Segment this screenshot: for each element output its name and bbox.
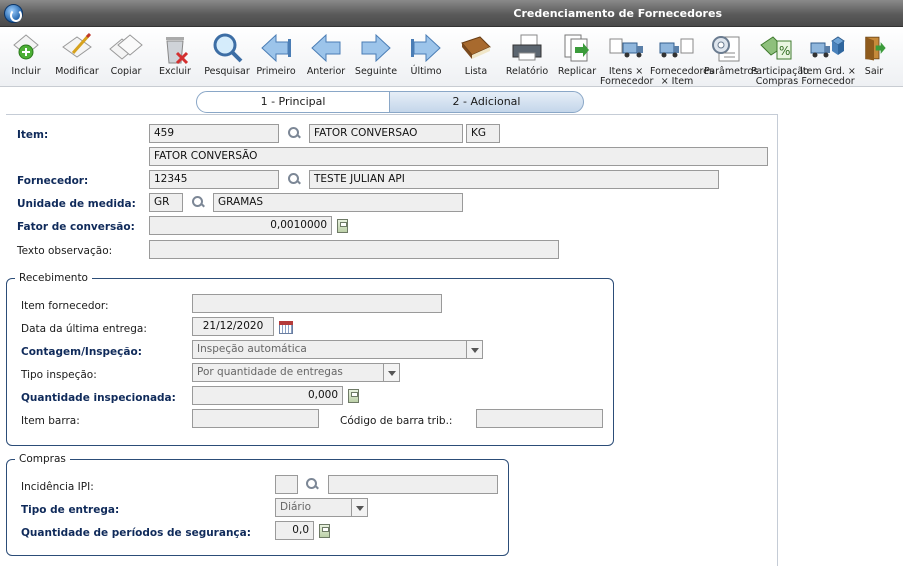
item-description-field[interactable]: FATOR CONVERSÃO	[149, 147, 768, 166]
trash-icon	[166, 37, 189, 65]
item-fornecedor-label: Item fornecedor:	[21, 300, 109, 312]
item-search-icon[interactable]	[288, 127, 300, 139]
item-unit-field[interactable]: KG	[466, 124, 500, 143]
copy-doc-icon	[109, 34, 143, 60]
tipo-entrega-select[interactable]: Diário	[275, 498, 368, 517]
contagem-select[interactable]: Inspeção automática	[192, 340, 483, 359]
fornecedores-item-button[interactable]: Fornecedores × Item	[650, 29, 714, 87]
tipo-inspecao-select[interactable]: Por quantidade de entregas	[192, 363, 400, 382]
tab-adicional[interactable]: 2 - Adicional	[389, 91, 584, 113]
calculator-icon[interactable]	[337, 219, 348, 233]
app-logo-icon	[4, 4, 23, 23]
lista-button[interactable]: Lista	[454, 29, 498, 85]
item-code-field[interactable]: 459	[149, 124, 279, 143]
item-barra-label: Item barra:	[21, 415, 80, 427]
anterior-button[interactable]: Anterior	[304, 29, 348, 85]
grid-truck-icon	[810, 36, 845, 58]
quantidade-field[interactable]: 0,000	[192, 386, 343, 405]
window-title: Credenciamento de Fornecedores	[513, 7, 722, 20]
edit-doc-icon	[62, 32, 92, 58]
book-icon	[461, 36, 491, 59]
fator-label: Fator de conversão:	[17, 221, 135, 233]
compras-title: Compras	[15, 453, 70, 465]
itens-fornecedor-button[interactable]: Itens × Fornecedor	[600, 29, 653, 87]
fator-field[interactable]: 0,0010000	[149, 216, 332, 235]
relatorio-button[interactable]: Relatório	[504, 29, 550, 85]
chevron-down-icon[interactable]	[383, 364, 399, 381]
suppliers-truck-icon	[659, 38, 694, 58]
codigo-barra-field[interactable]	[476, 409, 603, 428]
calculator-icon[interactable]	[319, 524, 330, 538]
observacao-label: Texto observação:	[17, 245, 113, 257]
percent-money-icon: %	[760, 36, 792, 60]
chevron-down-icon[interactable]	[351, 499, 367, 516]
chevron-down-icon[interactable]	[466, 341, 482, 358]
exit-door-icon	[865, 36, 886, 61]
fornecedor-code-field[interactable]: 12345	[149, 170, 279, 189]
parametros-button[interactable]: Parâmetros	[704, 29, 758, 85]
add-doc-icon	[13, 34, 39, 60]
fornecedor-search-icon[interactable]	[288, 173, 300, 185]
observacao-field[interactable]	[149, 240, 559, 259]
contagem-label: Contagem/Inspeção:	[21, 346, 142, 358]
incidencia-label: Incidência IPI:	[21, 481, 94, 493]
tipo-entrega-label: Tipo de entrega:	[21, 504, 120, 516]
calculator-icon[interactable]	[348, 389, 359, 403]
printer-icon	[512, 34, 542, 61]
ultimo-button[interactable]: Último	[404, 29, 448, 85]
incidencia-search-icon[interactable]	[306, 478, 318, 490]
tab-strip: 1 - Principal 2 - Adicional	[196, 91, 584, 113]
codigo-barra-label: Código de barra trib.:	[340, 415, 453, 427]
replicar-button[interactable]: Replicar	[555, 29, 599, 85]
quantidade-label: Quantidade inspecionada:	[21, 392, 176, 404]
primeiro-button[interactable]: Primeiro	[254, 29, 298, 85]
item-barra-field[interactable]	[192, 409, 319, 428]
previous-arrow-icon	[311, 33, 341, 63]
item-name-field[interactable]: FATOR CONVERSAO	[309, 124, 463, 143]
item-label: Item:	[17, 129, 49, 141]
tipo-inspecao-label: Tipo inspeção:	[21, 369, 97, 381]
sair-button[interactable]: Sair	[858, 29, 890, 85]
svg-text:%: %	[779, 44, 790, 58]
periodos-field[interactable]: 0,0	[275, 521, 314, 540]
last-arrow-icon	[411, 33, 441, 63]
periodos-label: Quantidade de períodos de segurança:	[21, 527, 251, 539]
fornecedor-label: Fornecedor:	[17, 175, 89, 187]
magnifier-icon	[213, 33, 243, 63]
unidade-code-field[interactable]: GR	[149, 193, 183, 212]
unidade-label: Unidade de medida:	[17, 198, 136, 210]
modificar-button[interactable]: Modificar	[52, 29, 102, 85]
item-fornecedor-field[interactable]	[192, 294, 442, 313]
tab-principal[interactable]: 1 - Principal	[196, 91, 390, 113]
form-panel: Item: 459 FATOR CONVERSAO KG FATOR CONVE…	[6, 114, 778, 566]
replicate-icon	[564, 34, 589, 62]
excluir-button[interactable]: Excluir	[154, 29, 196, 85]
incidencia-name-field[interactable]	[328, 475, 498, 494]
calendar-icon[interactable]	[279, 321, 293, 334]
contagem-value: Inspeção automática	[197, 343, 307, 355]
fornecedor-name-field[interactable]: TESTE JULIAN API	[309, 170, 719, 189]
parameters-icon	[712, 36, 740, 62]
first-arrow-icon	[261, 33, 291, 63]
toolbar: Incluir Modificar Copiar Excluir Pesquis…	[0, 27, 903, 87]
incidencia-code-field[interactable]	[275, 475, 298, 494]
seguinte-button[interactable]: Seguinte	[354, 29, 398, 85]
data-entrega-field[interactable]: 21/12/2020	[192, 317, 274, 336]
tipo-inspecao-value: Por quantidade de entregas	[197, 366, 343, 378]
data-entrega-label: Data da última entrega:	[21, 323, 147, 335]
unidade-search-icon[interactable]	[192, 196, 204, 208]
unidade-name-field[interactable]: GRAMAS	[213, 193, 463, 212]
item-grd-fornecedor-button[interactable]: Item Grd. × Fornecedor	[800, 29, 856, 87]
next-arrow-icon	[361, 33, 391, 63]
tipo-entrega-value: Diário	[280, 501, 312, 513]
items-truck-icon	[609, 38, 643, 58]
incluir-button[interactable]: Incluir	[4, 29, 48, 85]
copiar-button[interactable]: Copiar	[104, 29, 148, 85]
pesquisar-button[interactable]: Pesquisar	[204, 29, 250, 85]
participacao-compras-button[interactable]: % Participação Compras	[751, 29, 809, 87]
title-bar: Credenciamento de Fornecedores	[0, 0, 903, 27]
recebimento-title: Recebimento	[15, 272, 92, 284]
